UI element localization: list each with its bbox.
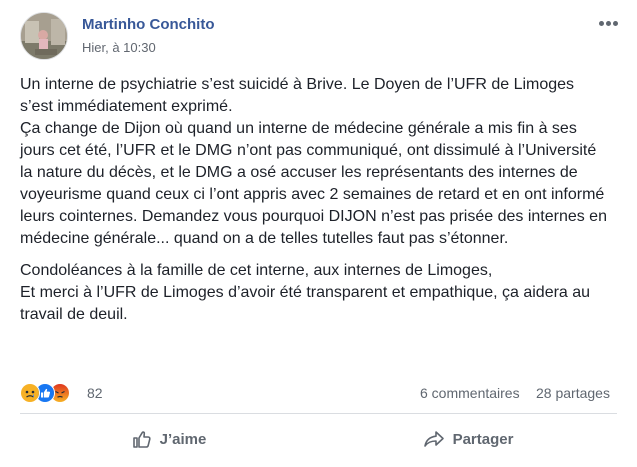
- post-timestamp[interactable]: Hier, à 10:30: [82, 40, 156, 55]
- share-label: Partager: [452, 430, 514, 448]
- share-arrow-icon: [423, 431, 444, 447]
- post-actions: J’aime Partager: [20, 414, 617, 464]
- share-button[interactable]: Partager: [319, 414, 617, 464]
- like-button[interactable]: J’aime: [20, 414, 318, 464]
- shares-count[interactable]: 28 partages: [536, 385, 610, 401]
- post-header: Martinho Conchito Hier, à 10:30: [20, 12, 620, 60]
- thumbs-up-icon: [132, 431, 151, 448]
- author-name[interactable]: Martinho Conchito: [82, 16, 214, 33]
- avatar[interactable]: [20, 12, 68, 60]
- post-paragraph: Condoléances à la famille de cet interne…: [20, 262, 591, 323]
- more-dots-icon: [599, 21, 604, 26]
- comments-count[interactable]: 6 commentaires: [420, 385, 520, 401]
- reaction-count[interactable]: 82: [87, 385, 103, 401]
- post-card: Martinho Conchito Hier, à 10:30 Un inter…: [0, 0, 637, 467]
- post-body: Un interne de psychiatrie s’est suicidé …: [20, 74, 610, 326]
- avatar-photo-icon: [21, 13, 67, 59]
- more-options-button[interactable]: [597, 20, 621, 28]
- post-paragraph: Un interne de psychiatrie s’est suicidé …: [20, 76, 607, 247]
- sad-reaction-icon[interactable]: [20, 383, 40, 403]
- like-label: J’aime: [159, 430, 207, 448]
- reactions-bar: 82 6 commentaires 28 partages: [20, 383, 617, 403]
